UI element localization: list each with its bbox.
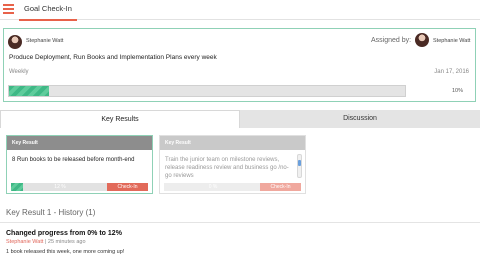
assigned-by-label: Assigned by: bbox=[371, 37, 412, 44]
key-result-card-1[interactable]: Key Result 8 Run books to be released be… bbox=[6, 135, 153, 194]
history-entry-body: 1 book released this week, one more comi… bbox=[6, 249, 125, 255]
key-result-text: 8 Run books to be released before month-… bbox=[12, 157, 135, 163]
goal-progress-fill bbox=[9, 86, 49, 96]
section-tabs: Key Results Discussion bbox=[0, 110, 480, 128]
history-divider bbox=[0, 222, 480, 223]
check-in-button[interactable]: Check-In bbox=[107, 183, 148, 191]
key-result-progress-bar: 12 % bbox=[11, 183, 109, 191]
tab-key-results[interactable]: Key Results bbox=[0, 110, 240, 128]
goal-card: Stephanie Watt Assigned by: Stephanie Wa… bbox=[3, 28, 476, 102]
tab-goal-check-in[interactable]: Goal Check-In bbox=[19, 0, 77, 21]
key-result-card-2[interactable]: Key Result Train the junior team on mile… bbox=[159, 135, 306, 194]
history-entry-title: Changed progress from 0% to 12% bbox=[6, 230, 122, 237]
key-result-progress-bar: 0 % bbox=[164, 183, 262, 191]
goal-frequency: Weekly bbox=[9, 69, 29, 75]
history-entry-time: | 25 minutes ago bbox=[43, 239, 86, 245]
history-title: Key Result 1 - History (1) bbox=[6, 208, 96, 217]
history-entry-author[interactable]: Stephanie Watt bbox=[6, 239, 43, 245]
assigner-name: Stephanie Watt bbox=[433, 38, 471, 44]
key-result-heading: Key Result bbox=[7, 136, 152, 150]
key-result-progress-label: 0 % bbox=[208, 184, 218, 190]
check-in-button[interactable]: Check-In bbox=[260, 183, 301, 191]
hamburger-menu-icon[interactable] bbox=[3, 4, 14, 14]
key-result-text: Train the junior team on milestone revie… bbox=[165, 157, 289, 179]
goal-title: Produce Deployment, Run Books and Implem… bbox=[9, 54, 217, 61]
key-result-progress-label: 12 % bbox=[54, 184, 66, 190]
history-entry-meta: Stephanie Watt | 25 minutes ago bbox=[6, 239, 86, 245]
goal-date: Jan 17, 2016 bbox=[434, 69, 469, 75]
goal-progress-label: 10% bbox=[451, 88, 463, 94]
key-result-heading: Key Result bbox=[160, 136, 305, 150]
owner-avatar bbox=[8, 35, 22, 49]
owner-name: Stephanie Watt bbox=[26, 38, 64, 44]
key-result-scrollbar[interactable] bbox=[297, 154, 302, 178]
assigner-avatar bbox=[415, 33, 429, 47]
top-bar: Goal Check-In bbox=[0, 0, 480, 21]
tab-discussion[interactable]: Discussion bbox=[240, 110, 480, 128]
goal-progress-bar bbox=[8, 85, 406, 97]
